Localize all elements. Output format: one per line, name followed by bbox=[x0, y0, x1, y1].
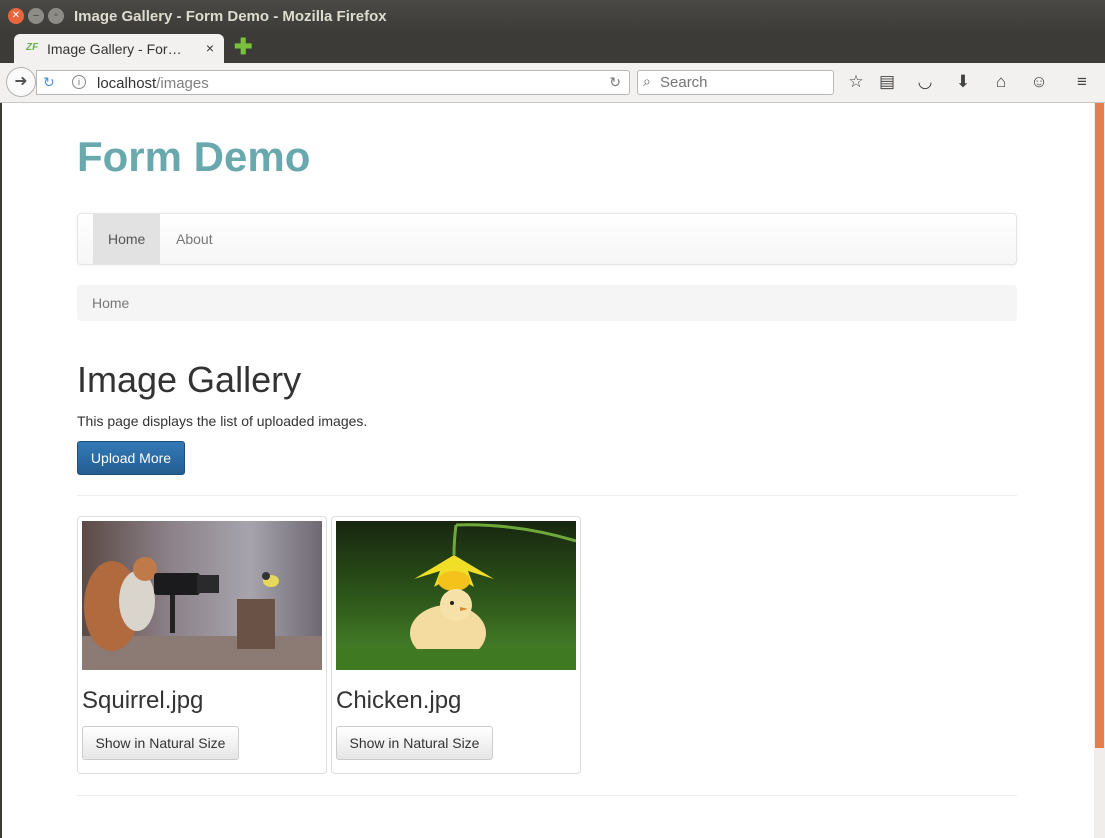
search-box[interactable]: ⌕ bbox=[637, 70, 834, 95]
thumbnail-caption: Chicken.jpg bbox=[336, 687, 462, 714]
site-navbar: Home About bbox=[77, 213, 1017, 265]
vertical-scrollbar[interactable] bbox=[1094, 103, 1105, 838]
page-title: Image Gallery bbox=[77, 359, 302, 400]
gallery-thumbnail: Chicken.jpg Show in Natural Size bbox=[331, 516, 581, 774]
breadcrumb: Home bbox=[77, 285, 1017, 321]
page-reload-icon[interactable]: ↻ bbox=[609, 74, 621, 91]
window-title: Image Gallery - Form Demo - Mozilla Fire… bbox=[74, 8, 387, 25]
squirrel-image[interactable] bbox=[82, 521, 322, 670]
download-icon[interactable]: ⬇ bbox=[952, 72, 974, 92]
site-brand[interactable]: Form Demo bbox=[77, 133, 310, 181]
search-input[interactable] bbox=[660, 73, 825, 92]
show-natural-size-button[interactable]: Show in Natural Size bbox=[82, 726, 239, 760]
tab-image-gallery[interactable]: ZF Image Gallery - For… × bbox=[14, 34, 224, 63]
url-path: /images bbox=[156, 75, 209, 92]
reload-icon[interactable]: ↻ bbox=[43, 74, 55, 91]
home-icon[interactable]: ⌂ bbox=[990, 72, 1012, 92]
nav-item-about[interactable]: About bbox=[161, 214, 228, 264]
chicken-image[interactable] bbox=[336, 521, 576, 670]
pocket-icon[interactable]: ◡ bbox=[914, 72, 936, 92]
window-titlebar: ✕ – ▫ Image Gallery - Form Demo - Mozill… bbox=[0, 0, 1105, 33]
url-bar[interactable]: ↻ i localhost/images ↻ bbox=[36, 70, 630, 95]
url-host: localhost bbox=[97, 75, 157, 92]
upload-more-button[interactable]: Upload More bbox=[77, 441, 185, 475]
url-text[interactable]: localhost/images bbox=[97, 75, 209, 92]
divider bbox=[77, 795, 1017, 796]
page-description: This page displays the list of uploaded … bbox=[77, 413, 368, 429]
search-icon: ⌕ bbox=[643, 73, 651, 89]
star-icon[interactable]: ☆ bbox=[845, 72, 867, 92]
thumbnail-caption: Squirrel.jpg bbox=[82, 687, 204, 714]
page-viewport: Form Demo Home About Home Image Gallery … bbox=[2, 103, 1094, 838]
chat-icon[interactable]: ☺ bbox=[1028, 72, 1050, 92]
info-icon[interactable]: i bbox=[72, 75, 86, 89]
window-minimize-icon[interactable]: – bbox=[28, 8, 44, 24]
window-close-icon[interactable]: ✕ bbox=[8, 8, 24, 24]
tab-label: Image Gallery - For… bbox=[47, 41, 182, 57]
window-maximize-icon[interactable]: ▫ bbox=[48, 8, 64, 24]
scrollbar-thumb[interactable] bbox=[1095, 103, 1104, 748]
hamburger-menu-icon[interactable]: ≡ bbox=[1071, 72, 1093, 92]
divider bbox=[77, 495, 1017, 496]
nav-item-home[interactable]: Home bbox=[93, 214, 161, 264]
new-tab-icon[interactable]: ✚ bbox=[234, 36, 252, 58]
breadcrumb-item-home: Home bbox=[92, 295, 130, 311]
tab-bar: ZF Image Gallery - For… × ✚ bbox=[0, 33, 1105, 63]
gallery-thumbnail: Squirrel.jpg Show in Natural Size bbox=[77, 516, 327, 774]
back-arrow-icon[interactable]: ➜ bbox=[6, 67, 36, 97]
show-natural-size-button[interactable]: Show in Natural Size bbox=[336, 726, 493, 760]
reading-list-icon[interactable]: ▤ bbox=[876, 72, 898, 92]
browser-toolbar: ↻ i localhost/images ↻ ➜ ⌕ ☆ ▤ ◡ ⬇ ⌂ ☺ ≡ bbox=[0, 63, 1105, 103]
favicon-icon: ZF bbox=[26, 42, 39, 53]
tab-close-icon[interactable]: × bbox=[206, 40, 214, 56]
